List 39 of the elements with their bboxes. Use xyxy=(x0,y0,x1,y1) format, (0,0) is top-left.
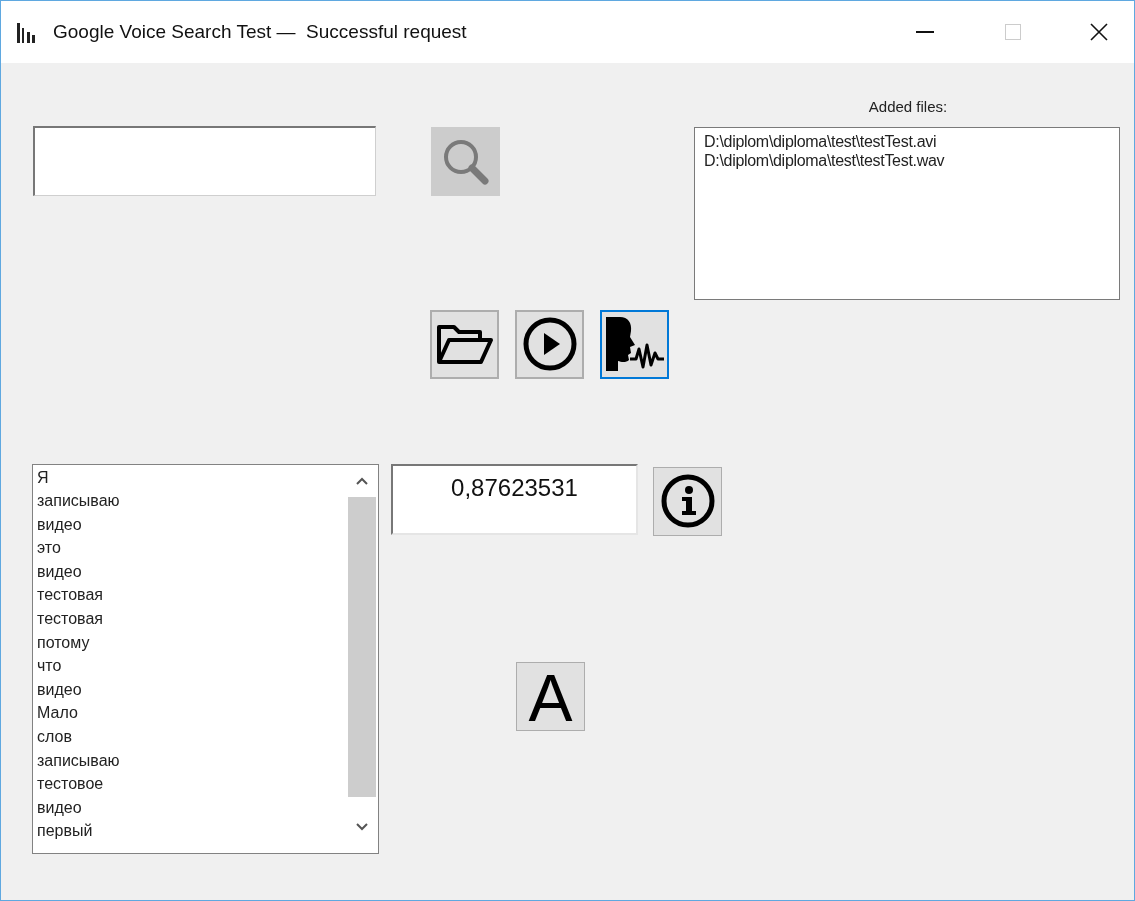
added-files-label: Added files: xyxy=(868,97,948,117)
word-item[interactable]: записываю xyxy=(37,489,344,513)
word-item[interactable]: Я xyxy=(37,465,344,490)
close-icon xyxy=(1090,23,1108,41)
word-item[interactable]: тестовая xyxy=(37,583,344,608)
search-field[interactable] xyxy=(33,126,376,196)
speaking-head-icon xyxy=(603,315,666,373)
maximize-icon xyxy=(1005,24,1021,40)
scroll-down-icon[interactable] xyxy=(356,822,368,831)
info-icon xyxy=(659,473,716,529)
play-button[interactable] xyxy=(515,309,584,379)
word-item[interactable]: видео xyxy=(37,559,344,584)
word-item[interactable]: видео xyxy=(37,512,344,537)
word-item[interactable]: видео xyxy=(37,677,344,702)
font-button[interactable]: A xyxy=(516,661,585,731)
speech-button[interactable] xyxy=(600,309,669,379)
word-list[interactable]: Я записываю видео это видео тестовая тестовая потому что видео Мало слов записываю тестовое видео первый xyxy=(32,463,379,854)
word-item[interactable]: это xyxy=(37,536,344,560)
word-item[interactable]: тестовое xyxy=(37,772,344,796)
score-field[interactable]: 0,87623531 xyxy=(391,463,638,535)
word-item[interactable]: Мало xyxy=(37,701,344,726)
file-item[interactable]: D:\diplom\diploma\test\testTest.avi xyxy=(704,131,1110,151)
open-button[interactable] xyxy=(430,309,499,379)
word-item[interactable]: тестовая xyxy=(37,607,344,631)
scroll-up-icon[interactable] xyxy=(356,476,368,485)
word-item[interactable]: видео xyxy=(37,795,344,820)
folder-icon xyxy=(435,322,494,366)
file-item[interactable]: D:\diplom\diploma\test\testTest.wav xyxy=(704,150,1110,170)
files-list[interactable]: D:\diplom\diploma\test\testTest.avi D:\diplom\diploma\test\testTest.wav xyxy=(694,126,1120,300)
minimize-icon xyxy=(916,31,934,33)
word-item[interactable]: записываю xyxy=(37,748,344,773)
word-item[interactable]: слов xyxy=(37,725,344,749)
word-item[interactable]: что xyxy=(37,654,344,678)
info-button[interactable] xyxy=(653,466,722,536)
window-title: Google Voice Search Test — Successful request xyxy=(53,19,467,44)
word-item[interactable]: потому xyxy=(37,630,344,655)
play-icon xyxy=(521,316,578,372)
word-item[interactable]: первый xyxy=(37,819,344,843)
scroll-thumb[interactable] xyxy=(348,496,376,797)
